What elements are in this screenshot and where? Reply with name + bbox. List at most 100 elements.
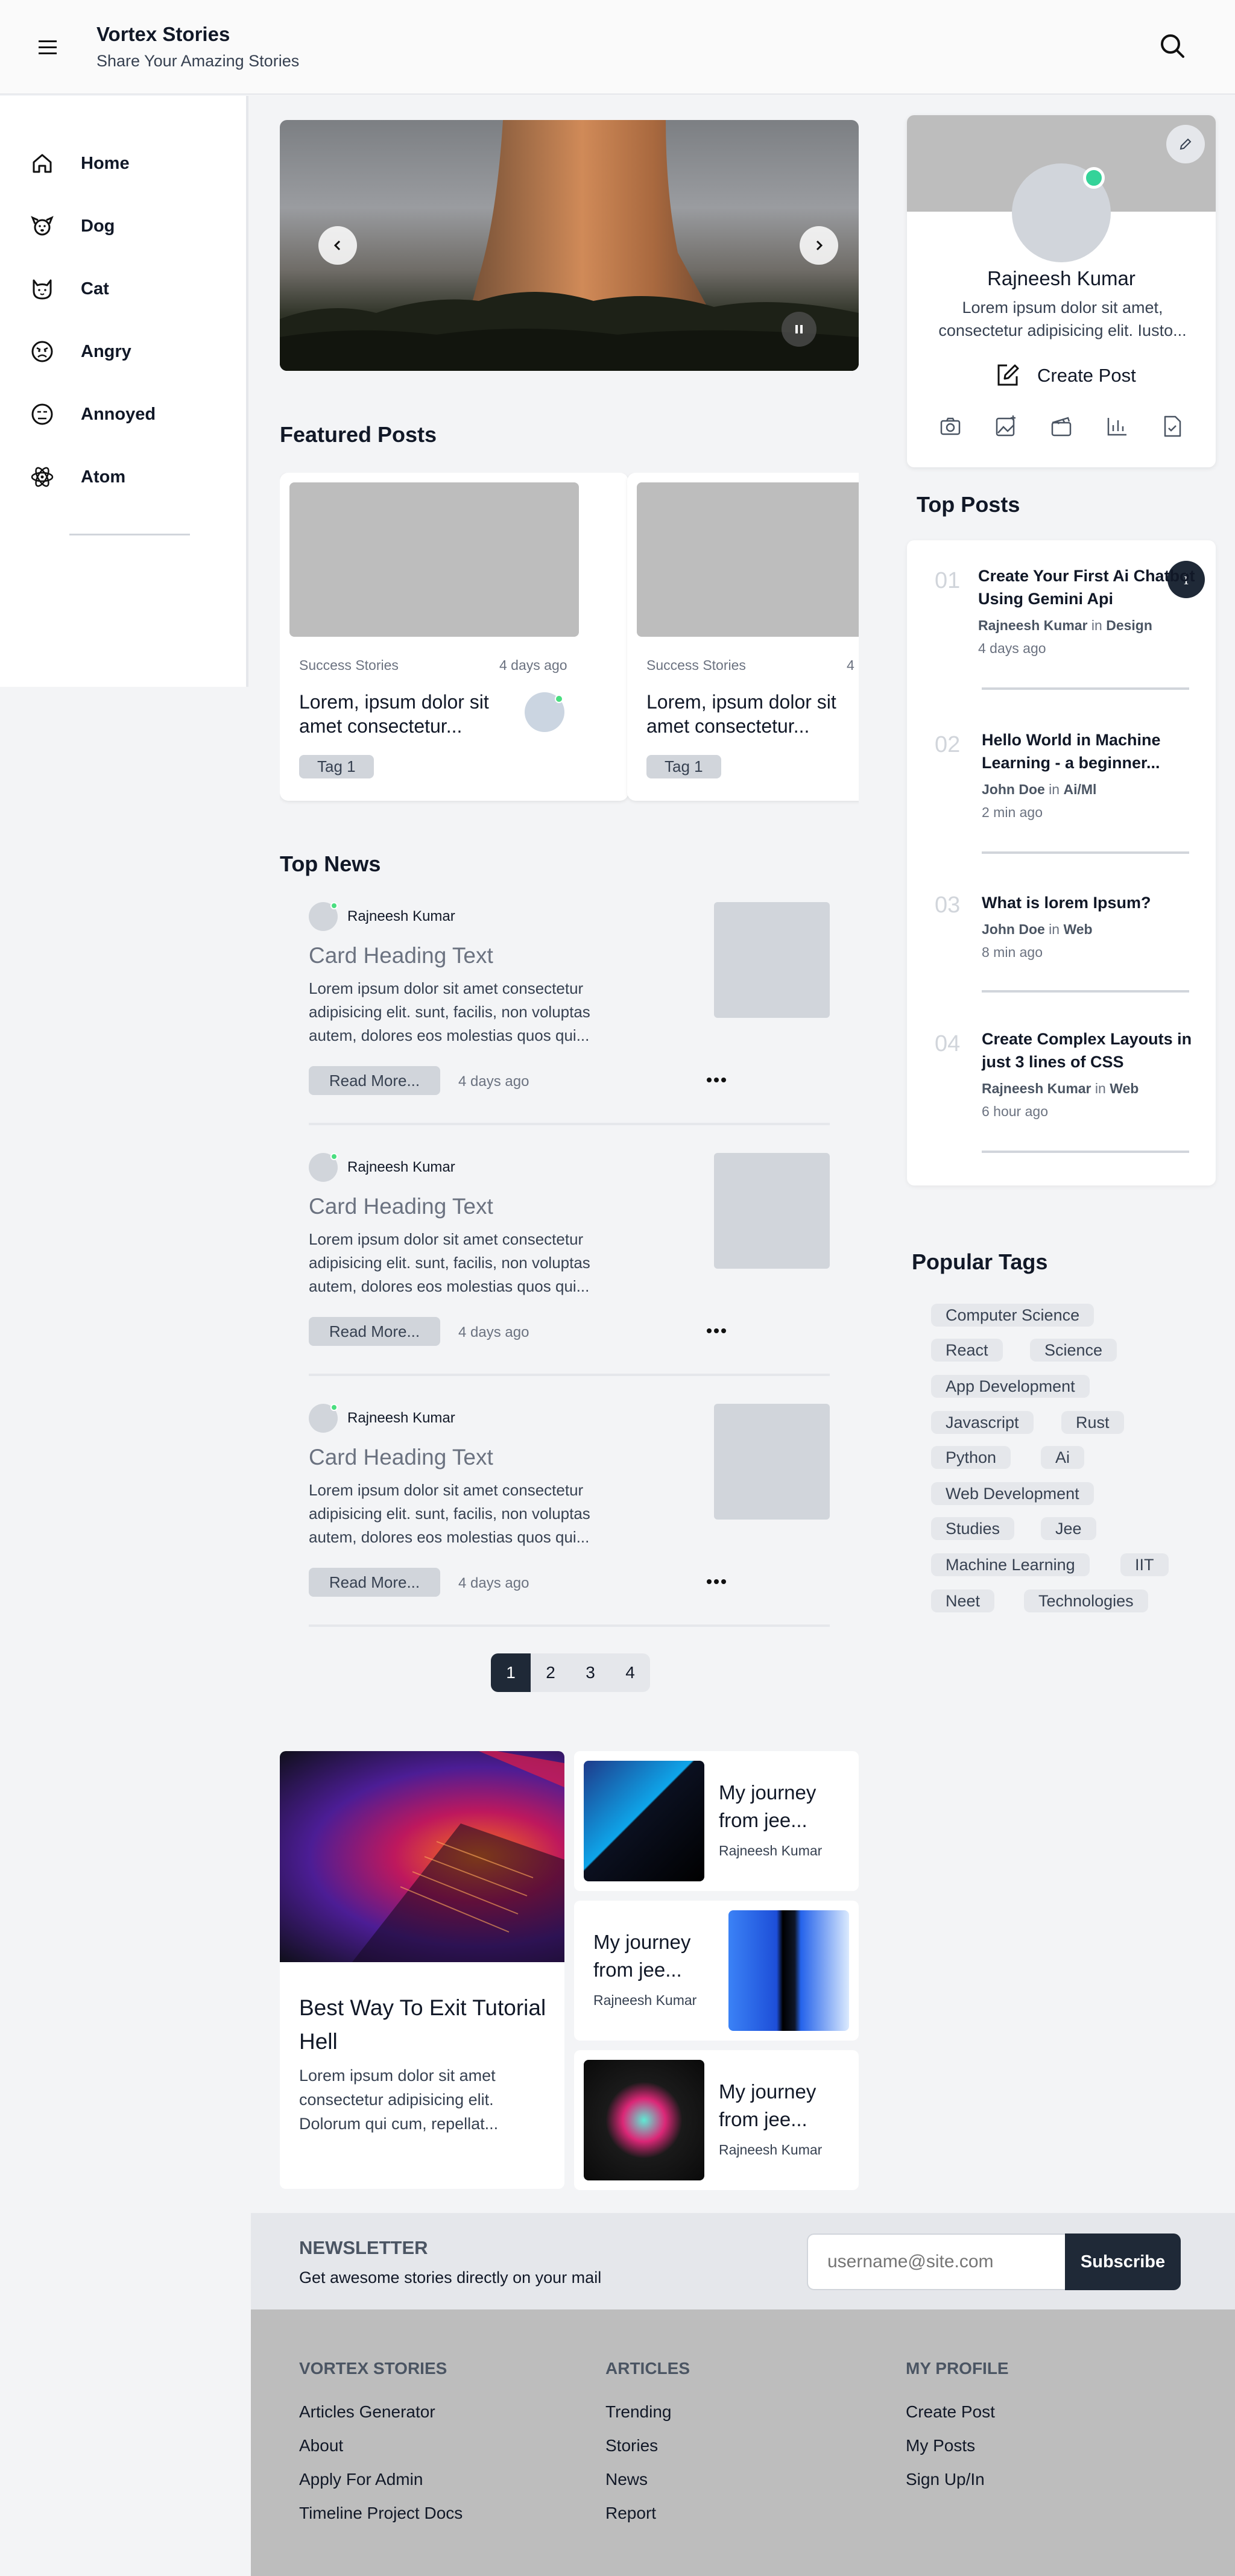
more-options-icon[interactable] xyxy=(700,1322,733,1340)
tag-chip[interactable]: Machine Learning xyxy=(931,1553,1090,1576)
news-card[interactable]: Rajneesh Kumar Card Heading Text Lorem i… xyxy=(309,1404,830,1655)
tag-chip[interactable]: IIT xyxy=(1120,1553,1169,1576)
bar-chart-icon[interactable] xyxy=(1104,413,1130,440)
sidebar-item-atom[interactable]: Atom xyxy=(29,459,222,495)
story-title[interactable]: Best Way To Exit Tutorial Hell xyxy=(299,1991,552,2059)
search-icon[interactable] xyxy=(1158,31,1187,60)
footer-link[interactable]: Articles Generator xyxy=(299,2402,435,2422)
featured-card-tag[interactable]: Tag 1 xyxy=(646,755,721,778)
tag-chip[interactable]: App Development xyxy=(931,1375,1090,1398)
carousel-prev-button[interactable] xyxy=(318,226,357,265)
featured-card[interactable]: Success Stories 4 days ago Lorem, ipsum … xyxy=(627,473,859,801)
post-author[interactable]: Rajneesh Kumar xyxy=(978,617,1088,633)
email-input[interactable] xyxy=(807,2233,1066,2290)
story-title[interactable]: My journey from jee... xyxy=(719,2078,827,2133)
footer-link[interactable]: Sign Up/In xyxy=(906,2470,985,2489)
news-heading[interactable]: Card Heading Text xyxy=(309,943,493,968)
post-category[interactable]: Web xyxy=(1110,1081,1139,1096)
image-add-icon[interactable] xyxy=(993,413,1019,440)
footer-link[interactable]: Timeline Project Docs xyxy=(299,2504,463,2523)
read-more-button[interactable]: Read More... xyxy=(309,1568,440,1597)
news-card[interactable]: Rajneesh Kumar Card Heading Text Lorem i… xyxy=(309,902,830,1153)
tag-chip[interactable]: Web Development xyxy=(931,1482,1094,1505)
more-options-icon[interactable] xyxy=(700,1071,733,1089)
sidebar-item-annoyed[interactable]: Annoyed xyxy=(29,396,222,432)
post-author[interactable]: Rajneesh Kumar xyxy=(982,1081,1091,1096)
tag-chip[interactable]: Ai xyxy=(1041,1446,1085,1469)
tag-chip[interactable]: Javascript xyxy=(931,1411,1034,1434)
edit-profile-button[interactable] xyxy=(1166,125,1205,163)
story-title[interactable]: My journey from jee... xyxy=(593,1928,702,1984)
create-post-button[interactable]: Create Post xyxy=(994,359,1136,393)
sidebar-item-home[interactable]: Home xyxy=(29,145,222,182)
news-author[interactable]: Rajneesh Kumar xyxy=(347,1410,455,1427)
footer-link[interactable]: About xyxy=(299,2436,343,2455)
news-author[interactable]: Rajneesh Kumar xyxy=(347,908,455,925)
footer-link[interactable]: News xyxy=(605,2470,648,2489)
tag-chip[interactable]: Computer Science xyxy=(931,1304,1094,1327)
app-title[interactable]: Vortex Stories xyxy=(96,23,230,46)
news-heading[interactable]: Card Heading Text xyxy=(309,1445,493,1470)
tag-chip[interactable]: Technologies xyxy=(1024,1589,1148,1612)
carousel-next-button[interactable] xyxy=(800,226,838,265)
post-title[interactable]: Create Your First Ai Chatbot Using Gemin… xyxy=(978,564,1207,610)
read-more-button[interactable]: Read More... xyxy=(309,1317,440,1346)
document-icon[interactable] xyxy=(1159,413,1186,440)
story-card-large[interactable]: Best Way To Exit Tutorial Hell Lorem ips… xyxy=(280,1751,564,2189)
news-card[interactable]: Rajneesh Kumar Card Heading Text Lorem i… xyxy=(309,1153,830,1404)
sidebar-item-dog[interactable]: Dog xyxy=(29,208,222,244)
hamburger-menu-icon[interactable] xyxy=(34,35,62,59)
profile-name[interactable]: Rajneesh Kumar xyxy=(907,267,1216,290)
featured-card-category[interactable]: Success Stories xyxy=(299,657,399,674)
post-category[interactable]: Design xyxy=(1106,617,1152,633)
news-thumbnail[interactable] xyxy=(714,1404,830,1520)
page-button-1[interactable]: 1 xyxy=(491,1653,531,1692)
footer-link[interactable]: Trending xyxy=(605,2402,671,2422)
sidebar-item-angry[interactable]: Angry xyxy=(29,333,222,370)
hero-carousel[interactable] xyxy=(280,120,859,371)
camera-icon[interactable] xyxy=(937,413,964,440)
page-button-2[interactable]: 2 xyxy=(531,1653,570,1692)
subscribe-button[interactable]: Subscribe xyxy=(1065,2233,1181,2290)
post-title[interactable]: Create Complex Layouts in just 3 lines o… xyxy=(982,1028,1211,1073)
news-author[interactable]: Rajneesh Kumar xyxy=(347,1159,455,1176)
story-card-small[interactable]: My journey from jee... Rajneesh Kumar xyxy=(574,2050,859,2190)
sidebar-item-cat[interactable]: Cat xyxy=(29,271,222,307)
tag-chip[interactable]: React xyxy=(931,1339,1003,1362)
page-button-3[interactable]: 3 xyxy=(570,1653,610,1692)
tag-chip[interactable]: Neet xyxy=(931,1589,995,1612)
tag-chip[interactable]: Science xyxy=(1030,1339,1117,1362)
post-category[interactable]: Ai/Ml xyxy=(1063,781,1096,797)
tag-chip[interactable]: Jee xyxy=(1041,1517,1096,1540)
news-heading[interactable]: Card Heading Text xyxy=(309,1194,493,1219)
featured-card-heading[interactable]: Lorem, ipsum dolor sit amet consectetur.… xyxy=(646,690,859,738)
more-options-icon[interactable] xyxy=(700,1573,733,1591)
featured-card-tag[interactable]: Tag 1 xyxy=(299,755,374,778)
footer-link[interactable]: Report xyxy=(605,2504,656,2523)
featured-card-heading[interactable]: Lorem, ipsum dolor sit amet consectetur.… xyxy=(299,690,516,738)
footer-link[interactable]: Apply For Admin xyxy=(299,2470,423,2489)
featured-posts-carousel[interactable]: Success Stories 4 days ago Lorem, ipsum … xyxy=(280,473,859,810)
story-card-small[interactable]: My journey from jee... Rajneesh Kumar xyxy=(574,1751,859,1891)
footer-link[interactable]: Stories xyxy=(605,2436,658,2455)
carousel-pause-button[interactable] xyxy=(782,312,816,347)
story-card-small[interactable]: My journey from jee... Rajneesh Kumar xyxy=(574,1901,859,2041)
story-title[interactable]: My journey from jee... xyxy=(719,1779,827,1834)
news-thumbnail[interactable] xyxy=(714,902,830,1018)
featured-card[interactable]: Success Stories 4 days ago Lorem, ipsum … xyxy=(280,473,628,801)
tag-chip[interactable]: Python xyxy=(931,1446,1011,1469)
video-clapper-icon[interactable] xyxy=(1048,413,1075,440)
post-author[interactable]: John Doe xyxy=(982,921,1045,937)
post-category[interactable]: Web xyxy=(1063,921,1092,937)
read-more-button[interactable]: Read More... xyxy=(309,1066,440,1095)
tag-chip[interactable]: Studies xyxy=(931,1517,1015,1540)
post-author[interactable]: John Doe xyxy=(982,781,1045,797)
footer-link[interactable]: Create Post xyxy=(906,2402,995,2422)
news-thumbnail[interactable] xyxy=(714,1153,830,1269)
post-title[interactable]: What is lorem Ipsum? xyxy=(982,891,1211,914)
post-title[interactable]: Hello World in Machine Learning - a begi… xyxy=(982,728,1211,774)
tag-chip[interactable]: Rust xyxy=(1061,1411,1124,1434)
footer-link[interactable]: My Posts xyxy=(906,2436,975,2455)
page-button-4[interactable]: 4 xyxy=(610,1653,650,1692)
featured-card-category[interactable]: Success Stories xyxy=(646,657,746,674)
